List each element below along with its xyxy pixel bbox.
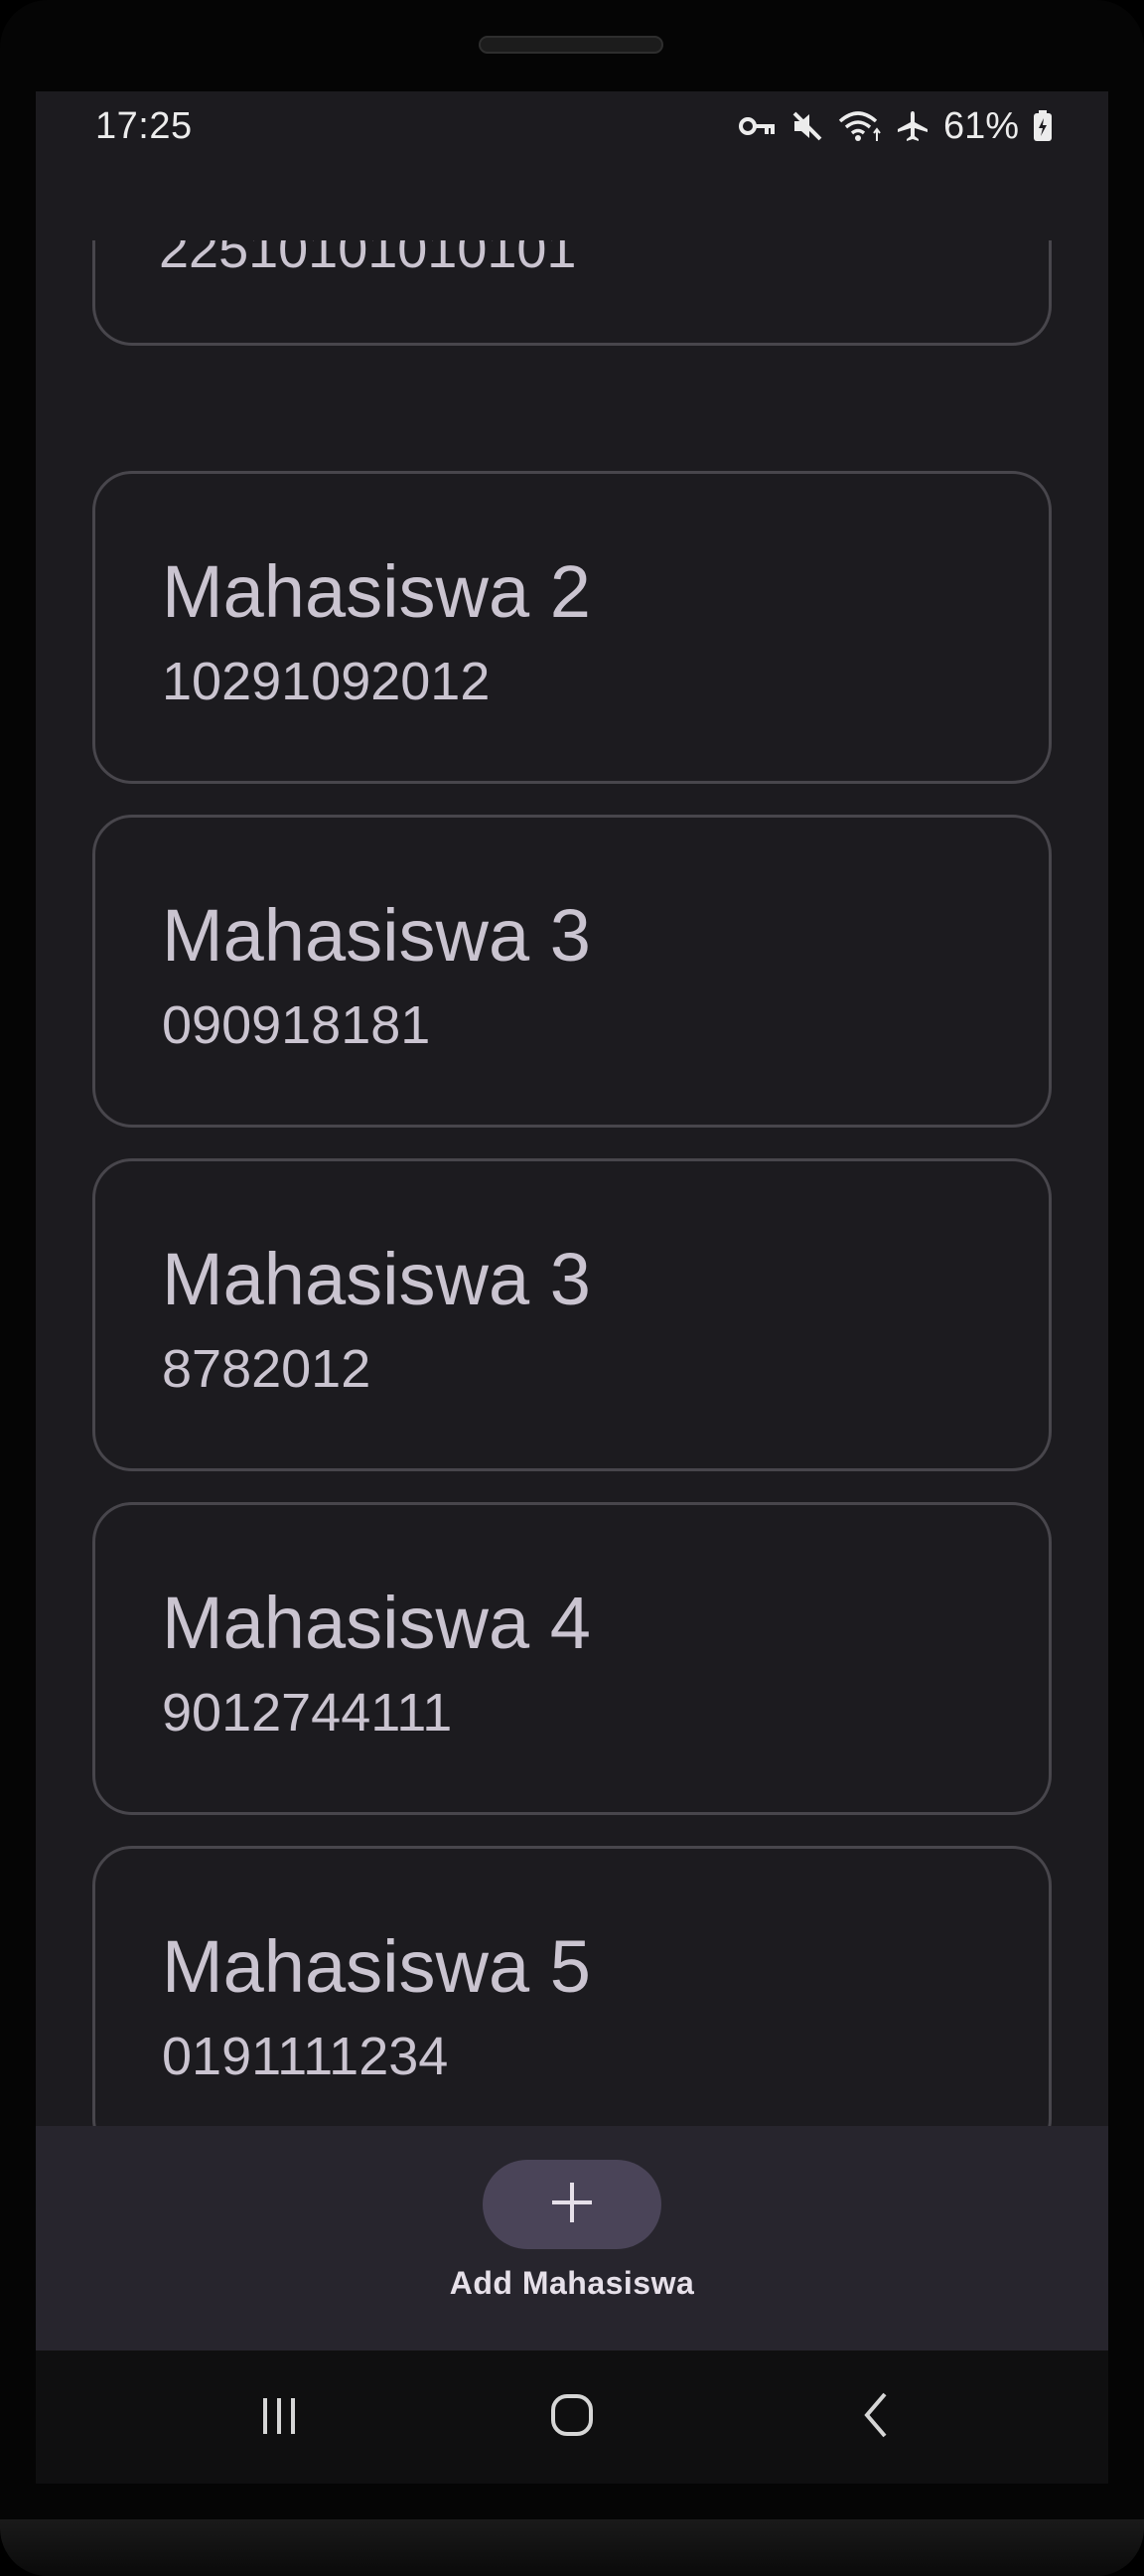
add-mahasiswa-button[interactable] [483,2160,661,2249]
item-nim: 9012744111 [162,1683,453,1743]
recents-button[interactable] [249,2387,309,2447]
item-name: Mahasiswa 2 [162,550,591,633]
battery-charging-icon [1033,110,1053,142]
item-nim: 10291092012 [162,652,491,711]
plus-icon [550,2181,594,2229]
speaker-grille [479,36,663,54]
mute-icon [790,109,824,143]
system-navigation-bar [36,2350,1108,2484]
wifi-icon [838,109,882,143]
status-time: 17:25 [95,105,193,147]
item-nim: 0191111234 [162,2027,449,2086]
bottom-navigation-bar: Add Mahasiswa [36,2126,1108,2350]
partial-list-item[interactable]: 22510101010101 [36,240,1108,360]
home-icon [547,2390,597,2445]
add-mahasiswa-label[interactable]: Add Mahasiswa [36,2265,1108,2302]
back-button[interactable] [848,2387,908,2447]
list-item[interactable]: Mahasiswa 4 9012744111 [92,1502,1052,1815]
list-item[interactable]: Mahasiswa 3 8782012 [92,1158,1052,1471]
item-name: Mahasiswa 4 [162,1582,591,1664]
list-item[interactable]: Mahasiswa 3 090918181 [92,815,1052,1128]
phone-bottom-bezel [0,2519,1144,2576]
status-icons: 61% [738,104,1053,147]
item-name: Mahasiswa 3 [162,1238,591,1320]
list-item[interactable]: Mahasiswa 2 10291092012 [92,471,1052,784]
app-screen: 17:25 61% 22510101010101 Mahasiswa 2 102… [36,91,1108,2484]
phone-frame: 17:25 61% 22510101010101 Mahasiswa 2 102… [0,0,1144,2576]
list-item[interactable]: Mahasiswa 5 0191111234 [92,1846,1052,2159]
battery-percent: 61% [942,104,1019,147]
recents-icon [254,2390,304,2445]
status-bar: 17:25 61% [36,91,1108,161]
vpn-key-icon [738,113,777,139]
home-button[interactable] [542,2387,602,2447]
item-name: Mahasiswa 5 [162,1925,591,2008]
item-name: Mahasiswa 3 [162,894,591,977]
airplane-icon [896,109,930,143]
item-nim: 8782012 [162,1339,371,1399]
back-icon [853,2390,903,2445]
item-nim: 090918181 [162,995,431,1055]
partial-item-nim: 22510101010101 [159,240,577,279]
